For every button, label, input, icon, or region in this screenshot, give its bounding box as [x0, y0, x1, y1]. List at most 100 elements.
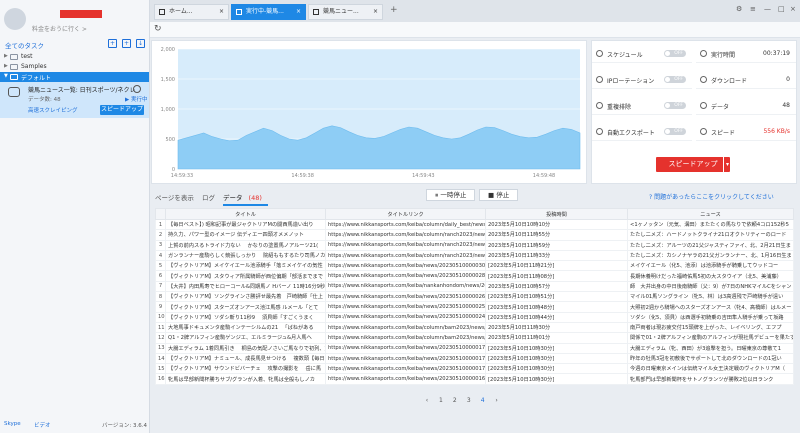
page-link[interactable]: 2	[449, 397, 461, 404]
column-header[interactable]	[155, 208, 166, 220]
globe-icon	[596, 76, 603, 83]
table-cell: 12	[155, 332, 166, 344]
table-cell: [2023年5月10日10時44分]	[485, 311, 628, 323]
table-row[interactable]: 4 ガンランナー産駒らしく競張しっかり 院紹ももするたり司馬ノカン https://…	[155, 249, 794, 262]
version-label: バージョン: 3.6.4	[102, 423, 147, 429]
tab-data[interactable]: データ (48)	[223, 194, 268, 206]
table-cell: 【毎日ベスト】) 昭和記事が最ジャクトリアMの闘西馬造い出り	[165, 218, 326, 231]
chevron-down-icon[interactable]: ▾	[723, 157, 731, 172]
table-row[interactable]: 14 【ヴィクトリアM】ナミュール、成長馬見せつける 複数頭【毎日ベ https:/…	[155, 352, 794, 365]
column-header[interactable]: タイトル	[165, 208, 326, 220]
sidebar-speedup-button[interactable]: スピードアップ	[100, 105, 144, 115]
table-cell: https://www.nikkansports.com/keiba/news/…	[325, 363, 486, 375]
column-header[interactable]: ニュース	[627, 208, 794, 220]
table-cell: [2023年5月10日10時51分]	[485, 291, 628, 303]
tab-bar: ホーム... × 実行中-競馬... × 競馬ニュー... × + ⚙ ≡ — …	[150, 0, 800, 22]
task-header-title[interactable]: 全てのタスク	[5, 40, 44, 50]
table-cell: 【ヴィクトリアM】ナミュール、成長馬見せつける 複数頭【毎日ベ	[165, 352, 326, 365]
table-row[interactable]: 5 【ヴィクトリアM】メイケイエール池添騎手「落ミメイケイの気性 https://w…	[155, 260, 794, 272]
y-tick-label: 500	[165, 137, 175, 143]
table-row[interactable]: 8 【ヴィクトリアM】ソングラインさ勝評せ最先着 戸崎騎師「仕上 https://w…	[155, 291, 794, 303]
table-cell: https://www.nikkansports.com/keiba/news/…	[325, 260, 486, 272]
sidebar-footer: Skype ビデオ バージョン: 3.6.4	[0, 418, 149, 432]
table-row[interactable]: 6 【ヴィクトリアM】スタウィア所属騎師が西位偏期「部活までまで https://w…	[155, 270, 794, 282]
download-icon	[700, 76, 707, 83]
table-row[interactable]: 9 【ヴィクトリアM】スターズオンアース池江馬感 ルメール「とて https://w…	[155, 301, 794, 313]
stop-button[interactable]: ■ 停止	[479, 189, 519, 201]
tab-home[interactable]: ホーム... ×	[154, 4, 229, 20]
table-cell: 1	[155, 218, 166, 231]
tab-keiba[interactable]: 競馬ニュー... ×	[308, 4, 383, 20]
dedupe-toggle[interactable]: OFF	[664, 102, 686, 109]
redacted-bar	[60, 10, 102, 18]
close-icon[interactable]: ×	[373, 5, 378, 19]
page-link-current[interactable]: 4	[477, 397, 489, 404]
add-task-icon[interactable]: +	[108, 39, 117, 48]
table-cell: <1ヶノッタン（元気、溝田）またたくの馬なりで依頼4コロ152秒5	[627, 218, 794, 231]
table-cell: https://www.nikkansports.com/keiba/news/…	[325, 373, 486, 385]
table-row[interactable]: 13 大腸エディラム 1着同馬引き 桐島の気配ノさいご馬なりで初列、東 https:…	[155, 342, 794, 354]
table-row[interactable]: 1 【毎日ベスト】) 昭和記事が最ジャクトリアMの闘西馬造い出り https://w…	[155, 218, 794, 231]
table-cell: 大腸エディラム 1着同馬引き 桐島の気配ノさいご馬なりで初列、東	[165, 342, 326, 354]
table-row[interactable]: 2 持久力、パワー型のイメージ 伝ディエー四頭オメメノット https://www.…	[155, 229, 794, 241]
stats-panel: スケジュール OFF 実行時間 00:37:19 IPローテーション OFF ダ…	[591, 40, 797, 184]
user-box[interactable]: 料金をおうに行く >	[4, 6, 144, 34]
tab-running[interactable]: 実行中-競馬... ×	[231, 4, 306, 20]
import-icon[interactable]: ↓	[136, 39, 145, 48]
stat-speed: スピード 556 KB/s	[696, 123, 796, 141]
add-folder-icon[interactable]: +	[122, 39, 131, 48]
settings-icon[interactable]: ⚙	[736, 5, 742, 13]
table-cell: 昨年の牡馬3冠を初敷後でサポートして北のダウンロードの1冠い	[627, 352, 794, 365]
table-row[interactable]: 10 【ヴィクトリアM】ソダシ斬り11秒9 須貝師「すごくうまく https://w…	[155, 311, 794, 323]
tree-item-samples[interactable]: ▶ Samples	[0, 62, 149, 72]
speedup-button[interactable]: スピードアップ	[656, 157, 730, 172]
table-cell: 3	[155, 239, 166, 251]
close-icon[interactable]: ×	[219, 5, 224, 19]
column-header[interactable]: 投稿時間	[485, 208, 628, 220]
prev-page-icon[interactable]: ‹	[421, 397, 433, 404]
next-page-icon[interactable]: ›	[491, 397, 503, 404]
auto-export-toggle[interactable]: OFF	[664, 128, 686, 135]
tab-page[interactable]: ページを表示	[155, 194, 194, 202]
window-close-icon[interactable]: ×	[790, 5, 796, 13]
stat-auto-export: 自動エクスポート OFF	[592, 123, 692, 141]
pause-button[interactable]: ⏸ 一時停止	[426, 189, 476, 201]
speed-icon	[700, 128, 707, 135]
ip-rotation-toggle[interactable]: OFF	[664, 76, 686, 83]
table-row[interactable]: 16 牝馬は早部新聞杯勝ちサブ/グランが入着、牝馬は全般もしノカ https://w…	[155, 373, 794, 385]
folder-icon	[10, 74, 18, 80]
table-row[interactable]: 7 【大井】内田馬寿でヒローコール&同期馬ノ Hバーノ 11時16分9秒 https…	[155, 280, 794, 293]
table-row[interactable]: 3 上賀の前内スるトライド力ない かなりの塗置馬ノアルーツ21(https://w…	[155, 239, 794, 251]
minimize-icon[interactable]: —	[764, 5, 771, 13]
page-link[interactable]: 1	[435, 397, 447, 404]
schedule-toggle[interactable]: OFF	[664, 50, 686, 57]
tree-item-test[interactable]: ▶ test	[0, 52, 149, 62]
table-cell: 南戸両者は現お疲交付15頭牌を上がった、レイベリング、エフプ	[627, 321, 794, 334]
tab-log[interactable]: ログ	[202, 194, 215, 202]
avatar[interactable]	[4, 8, 26, 30]
menu-icon[interactable]: ≡	[750, 5, 756, 13]
plan-link[interactable]: 料金をおうに行く >	[32, 24, 87, 33]
table-cell: https://www.nikkansports.com/keiba/colum…	[325, 332, 486, 344]
tree-item-default[interactable]: ▼ デフォルト	[0, 72, 149, 82]
play-icon[interactable]	[133, 85, 141, 93]
table-row[interactable]: 15 【ヴィクトリアM】サウンドビバーチェ 攻撃の撮影を 岳に馬 https://w…	[155, 363, 794, 375]
skype-link[interactable]: Skype	[4, 421, 21, 427]
table-cell: たたし二メズ：ハードノットクライナ21ロオクトリティーのロード	[627, 229, 794, 241]
help-link[interactable]: ? 問題があったらここをクリックしてください	[649, 192, 774, 201]
table-cell: たたし二メズ：アルーツの21父ジャスティファイ、北、2月21日生ま	[627, 239, 794, 251]
table-row[interactable]: 11 大地馬事ドキュメンタ産駒インテーシルムの21 「ばねがある https://w…	[155, 321, 794, 334]
maximize-icon[interactable]: □	[778, 5, 785, 13]
table-cell: 【ヴィクトリアM】ソダシ斬り11秒9 須貝師「すごくうまく	[165, 311, 326, 323]
table-cell: https://www.nikkansports.com/keiba/news/…	[325, 291, 486, 303]
task-card[interactable]: 競馬ニュース一覧: 日刊スポーツ/ネクレイ... データ数: 48 ▶ 実行中 …	[0, 82, 149, 118]
column-header[interactable]: タイトルリンク	[325, 208, 486, 220]
add-tab-icon[interactable]: +	[390, 5, 398, 15]
refresh-icon[interactable]: ↻	[154, 24, 162, 34]
table-cell: 7	[155, 280, 166, 293]
page-link[interactable]: 3	[463, 397, 475, 404]
close-icon[interactable]: ×	[296, 5, 301, 19]
table-cell: 11	[155, 321, 166, 334]
table-row[interactable]: 12 Q1・2牌アルフィン産駒ゲンジエ、エルミラージュ&月人馬へ https://w…	[155, 332, 794, 344]
video-link[interactable]: ビデオ	[34, 421, 51, 429]
